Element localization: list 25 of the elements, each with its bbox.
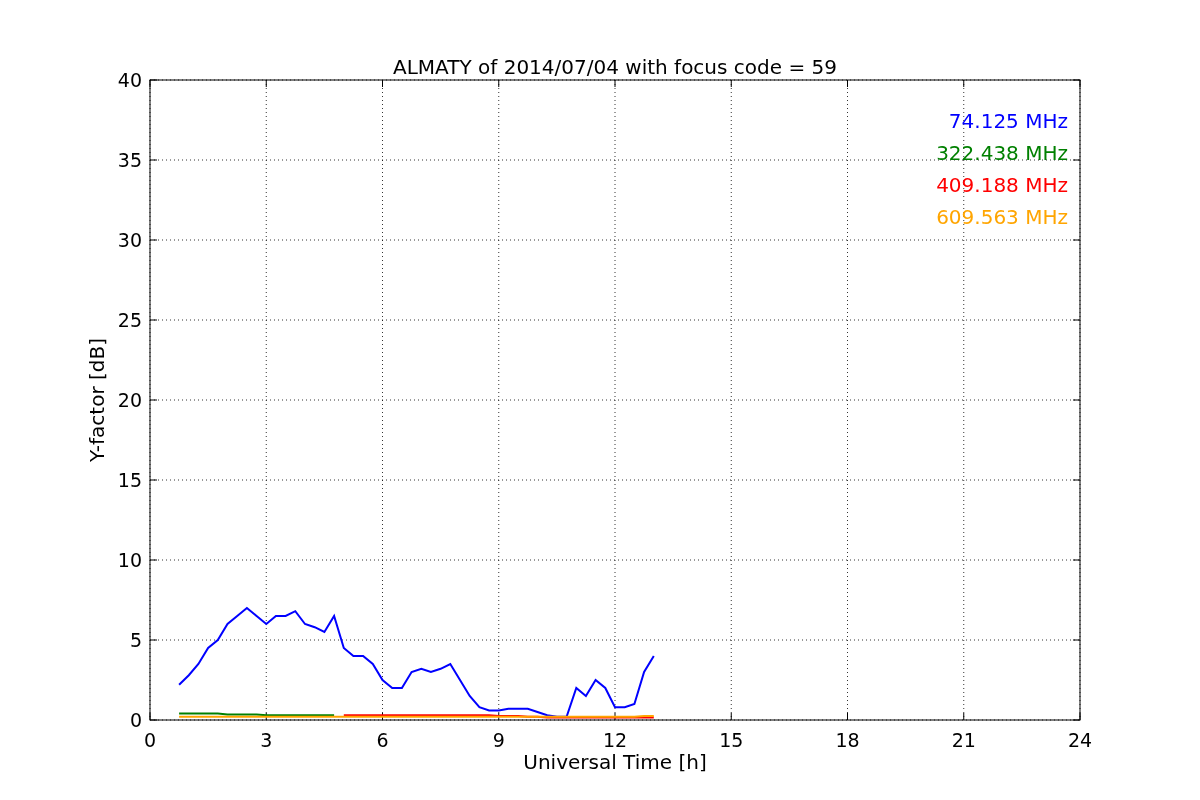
y-axis-label: Y-factor [dB] [85,338,109,462]
x-tick-label: 18 [835,729,860,751]
legend-label: 409.188 MHz [936,173,1068,197]
x-tick-label: 15 [719,729,744,751]
y-tick-label: 25 [117,309,142,331]
x-tick-label: 12 [602,729,628,751]
y-tick-label: 15 [117,469,142,491]
x-axis-label: Universal Time [h] [523,750,707,774]
y-tick-label: 10 [117,549,142,571]
y-tick-label: 0 [129,709,142,731]
x-tick-label: 9 [492,729,505,751]
y-tick-label: 35 [117,149,142,171]
legend-label: 74.125 MHz [948,109,1068,133]
legend-label: 609.563 MHz [936,205,1068,229]
y-tick-label: 40 [117,69,142,91]
x-tick-label: 21 [951,729,976,751]
x-tick-label: 24 [1067,729,1093,751]
chart-title: ALMATY of 2014/07/04 with focus code = 59 [393,55,837,79]
y-tick-label: 20 [117,389,142,411]
x-tick-label: 6 [376,729,389,751]
y-tick-label: 5 [129,629,142,651]
legend-label: 322.438 MHz [936,141,1068,165]
x-tick-label: 0 [143,729,157,751]
y-tick-label: 30 [117,229,142,251]
x-tick-label: 3 [260,729,273,751]
